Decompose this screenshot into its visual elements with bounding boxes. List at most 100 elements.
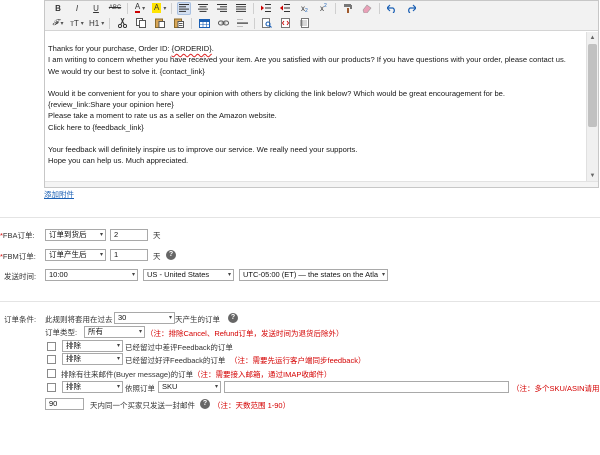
toolbar-row-2: 𝓕 ▾ тT ▾ H1 ▾ [51,16,317,30]
align-right-button[interactable] [215,2,229,15]
chevron-down-icon: ▾ [116,343,120,349]
superscript-button[interactable]: x2 [316,2,330,15]
justify-button[interactable] [234,2,248,15]
horizontal-rule-button[interactable] [235,17,249,30]
toolbar-divider [191,17,193,29]
paste-text-button[interactable] [172,17,186,30]
undo-button[interactable] [385,2,399,15]
copy-button[interactable] [134,17,148,30]
rule-period-prefix: 此规则将套用在过去 [45,315,113,324]
chevron-down-icon: ▾ [131,272,135,278]
editor-resize-bar[interactable] [45,181,598,187]
scroll-thumb[interactable] [588,44,597,127]
chevron-down-icon: ▾ [380,270,385,280]
exclude-sku-checkbox[interactable] [47,383,56,392]
justify-icon [236,4,247,12]
chevron-down-icon: ▾ [116,356,120,362]
positive-feedback-text: 已经留过好评Feedback的订单 [125,356,226,365]
toolbar-row-1: B I U ABC A ▾ A ▾ x 2 x 2 [51,1,423,15]
underline-button[interactable]: U [89,2,103,15]
exclude-negative-feedback-checkbox[interactable] [47,342,56,351]
positive-feedback-mode-select[interactable]: 排除 ▾ [62,353,123,365]
table-button[interactable] [197,17,211,30]
email-frequency-days-input[interactable]: 90 [45,398,84,410]
align-right-icon [217,4,228,12]
link-icon [217,20,229,26]
cut-button[interactable] [115,17,129,30]
italic-button[interactable]: I [70,2,84,15]
find-button[interactable] [260,17,274,30]
fbm-trigger-select[interactable]: 订单产生后 ▾ [45,249,106,261]
toolbar-divider [379,2,381,14]
fbm-days-unit: 天 [153,252,161,261]
send-time-select[interactable]: 10:00 ▾ [45,269,138,281]
search-icon [262,18,273,28]
sku-mode-select[interactable]: 排除 ▾ [62,381,123,393]
fbm-days-input[interactable]: 1 [110,249,148,261]
chevron-down-icon: ▾ [168,315,172,321]
exclude-positive-feedback-checkbox[interactable] [47,355,56,364]
outdent-button[interactable] [278,2,292,15]
link-button[interactable] [216,17,230,30]
order-type-note: （注：排除Cancel、Refund订单，发送时间为退货后除外） [146,329,344,338]
redo-icon [408,4,417,13]
align-left-button[interactable] [177,1,192,15]
country-select[interactable]: US - United States ▾ [143,269,234,281]
negative-feedback-mode-select[interactable]: 排除 ▾ [62,340,123,352]
paste-button[interactable] [153,17,167,30]
fbm-order-label: *FBM订单: [0,252,36,261]
redo-button[interactable] [404,2,418,15]
help-question-icon[interactable]: ? [228,313,238,323]
highlight-color-button[interactable]: A ▾ [152,2,166,15]
clear-format-button[interactable] [360,2,374,15]
source-code-button[interactable] [279,17,293,30]
font-family-button[interactable]: 𝓕 ▾ [51,17,65,30]
add-attachment-link[interactable]: 添加附件 [44,189,74,200]
fba-days-input[interactable]: 2 [110,229,148,241]
subscript-button[interactable]: x2 [297,2,311,15]
font-color-button[interactable]: A ▾ [133,2,147,15]
align-left-icon [179,4,190,12]
editor-scrollbar[interactable]: ▲ ▼ [586,32,598,181]
brush-icon [343,3,352,13]
sku-list-input[interactable] [224,381,509,393]
copy-icon [136,18,147,28]
fba-days-unit: 天 [153,231,161,240]
paste-text-icon [174,18,185,28]
sku-field-select[interactable]: SKU ▾ [158,381,221,393]
help-question-icon[interactable]: ? [166,250,176,260]
buyer-message-note: （注：需要接入邮箱，通过IMAP收邮件） [193,370,332,379]
scroll-down-arrow-icon[interactable]: ▼ [587,170,598,181]
format-painter-button[interactable] [341,2,355,15]
strikethrough-button[interactable]: ABC [108,2,122,15]
buyer-message-text: 排除有往来邮件(Buyer message)的订单 [61,370,194,379]
order-type-label: 订单类型: [45,328,78,337]
sku-list-note: （注：多个SKU/ASIN请用,号 [512,384,600,393]
font-size-button[interactable]: тT ▾ [70,17,84,30]
editor-line: We would try our best to solve it. {cont… [48,66,205,76]
toolbar-divider [127,2,128,14]
toolbar-divider [335,2,337,14]
order-type-select[interactable]: 所有 ▾ [84,326,145,338]
scroll-up-arrow-icon[interactable]: ▲ [587,32,598,43]
editor-line: Would it be convenient for you to share … [48,88,506,98]
editor-content[interactable]: Thanks for your purchase, Order ID: {ORD… [48,43,585,181]
preview-button[interactable] [298,17,312,30]
timezone-select[interactable]: UTC-05:00 (ET) — the states on the Atla ▾ [239,269,388,281]
rule-period-suffix: 天产生的订单 [175,315,220,324]
send-time-label: 发送时间: [4,272,37,281]
toolbar-divider [254,17,256,29]
rule-period-select[interactable]: 30 ▾ [114,312,175,324]
bold-button[interactable]: B [51,2,65,15]
editor-text: . [211,44,214,53]
exclude-buyer-message-checkbox[interactable] [47,369,56,378]
chevron-down-icon: ▾ [99,252,103,258]
indent-button[interactable] [259,2,273,15]
align-center-button[interactable] [196,2,210,15]
fba-trigger-select[interactable]: 订单到货后 ▾ [45,229,106,241]
editor-line: Click here to {feedback_link} [48,122,144,132]
document-icon [300,18,310,28]
align-center-icon [198,4,209,12]
help-question-icon[interactable]: ? [200,399,210,409]
heading-button[interactable]: H1 ▾ [89,17,104,30]
